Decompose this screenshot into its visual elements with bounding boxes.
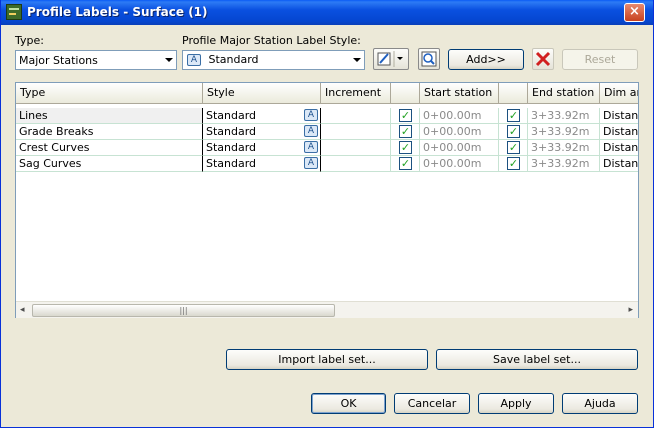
cell-start-check[interactable]: ✓	[391, 108, 420, 124]
ok-button[interactable]: OK	[311, 393, 386, 414]
cell-end-station[interactable]: 3+33.92m	[528, 156, 600, 172]
cell-dim[interactable]: Distanc	[600, 108, 638, 124]
col-header-style[interactable]: Style	[203, 83, 321, 104]
cell-end-check[interactable]: ✓	[499, 124, 528, 140]
end-checkbox[interactable]: ✓	[507, 141, 520, 154]
chevron-down-icon	[165, 58, 173, 62]
style-dropdown-value: Standard	[208, 53, 259, 66]
cell-style[interactable]: Standard A	[203, 156, 321, 172]
cell-increment[interactable]	[321, 156, 391, 172]
help-button[interactable]: Ajuda	[562, 393, 638, 414]
label-style-icon[interactable]: A	[304, 141, 318, 153]
cell-start-station[interactable]: 0+00.00m	[420, 108, 499, 124]
title-bar[interactable]: Profile Labels - Surface (1) ×	[1, 0, 653, 25]
col-header-end[interactable]: End station	[528, 83, 600, 104]
add-button[interactable]: Add>>	[448, 49, 524, 70]
scroll-right-icon[interactable]: ▸	[628, 305, 633, 315]
style-label: Profile Major Station Label Style:	[182, 34, 361, 47]
cell-dim[interactable]: Distanc	[600, 124, 638, 140]
start-checkbox[interactable]: ✓	[399, 109, 412, 122]
end-checkbox[interactable]: ✓	[507, 125, 520, 138]
cell-style-value: Standard	[206, 141, 257, 154]
cell-start-station[interactable]: 0+00.00m	[420, 156, 499, 172]
cell-style-value: Standard	[206, 125, 257, 138]
cell-start-station[interactable]: 0+00.00m	[420, 124, 499, 140]
type-dropdown-value: Major Stations	[19, 54, 98, 67]
scroll-left-icon[interactable]: ◂	[20, 305, 25, 315]
horizontal-scrollbar[interactable]: ◂ ||| ▸	[16, 301, 638, 318]
end-checkbox[interactable]: ✓	[507, 109, 520, 122]
cell-type[interactable]: Lines	[16, 108, 203, 124]
col-header-end-check[interactable]	[499, 83, 528, 104]
cell-type[interactable]: Sag Curves	[16, 156, 203, 172]
cell-end-check[interactable]: ✓	[499, 108, 528, 124]
cell-style[interactable]: Standard A	[203, 124, 321, 140]
cell-type[interactable]: Grade Breaks	[16, 124, 203, 140]
col-header-dim[interactable]: Dim an	[600, 83, 638, 104]
cell-end-station[interactable]: 3+33.92m	[528, 124, 600, 140]
start-checkbox[interactable]: ✓	[399, 141, 412, 154]
end-checkbox[interactable]: ✓	[507, 157, 520, 170]
cell-start-check[interactable]: ✓	[391, 156, 420, 172]
label-style-icon[interactable]: A	[304, 109, 318, 121]
cell-dim[interactable]: Distanc	[600, 140, 638, 156]
delete-icon	[535, 51, 551, 67]
chevron-down-icon	[353, 58, 361, 62]
apply-button[interactable]: Apply	[478, 393, 554, 414]
cell-style-value: Standard	[206, 109, 257, 122]
import-label-set-button[interactable]: Import label set...	[226, 349, 428, 370]
cell-style[interactable]: Standard A	[203, 140, 321, 156]
col-header-increment[interactable]: Increment	[321, 83, 391, 104]
cell-increment[interactable]	[321, 108, 391, 124]
profile-labels-dialog: Profile Labels - Surface (1) × Type: Maj…	[0, 0, 654, 428]
preview-icon	[421, 51, 437, 67]
edit-style-button[interactable]	[373, 48, 409, 70]
cell-end-check[interactable]: ✓	[499, 156, 528, 172]
close-button[interactable]: ×	[624, 3, 645, 22]
start-checkbox[interactable]: ✓	[399, 125, 412, 138]
preview-button[interactable]	[418, 48, 440, 70]
label-style-icon: A	[187, 54, 201, 66]
cell-style-value: Standard	[206, 157, 257, 170]
col-header-type[interactable]: Type	[16, 83, 203, 104]
cell-start-check[interactable]: ✓	[391, 140, 420, 156]
app-icon	[6, 4, 22, 20]
cell-type[interactable]: Crest Curves	[16, 140, 203, 156]
style-dropdown[interactable]: A Standard	[182, 50, 365, 70]
cell-dim[interactable]: Distanc	[600, 156, 638, 172]
type-dropdown[interactable]: Major Stations	[15, 50, 177, 70]
window-title: Profile Labels - Surface (1)	[27, 5, 208, 19]
cell-end-station[interactable]: 3+33.92m	[528, 108, 600, 124]
label-style-icon[interactable]: A	[304, 157, 318, 169]
reset-button[interactable]: Reset	[562, 49, 638, 70]
cancel-button[interactable]: Cancelar	[394, 393, 470, 414]
col-header-start[interactable]: Start station	[420, 83, 499, 104]
save-label-set-button[interactable]: Save label set...	[436, 349, 638, 370]
start-checkbox[interactable]: ✓	[399, 157, 412, 170]
cell-increment[interactable]	[321, 124, 391, 140]
cell-end-check[interactable]: ✓	[499, 140, 528, 156]
edit-style-icon	[377, 51, 403, 67]
cell-start-station[interactable]: 0+00.00m	[420, 140, 499, 156]
col-header-start-check[interactable]	[391, 83, 420, 104]
label-grid: Type Style Increment Start station End s…	[15, 82, 639, 318]
cell-start-check[interactable]: ✓	[391, 124, 420, 140]
cell-end-station[interactable]: 3+33.92m	[528, 140, 600, 156]
cell-increment[interactable]	[321, 140, 391, 156]
delete-button[interactable]	[532, 48, 554, 70]
type-label: Type:	[15, 34, 44, 47]
cell-style[interactable]: Standard A	[203, 108, 321, 124]
scroll-thumb[interactable]: |||	[32, 304, 335, 317]
label-style-icon[interactable]: A	[304, 125, 318, 137]
